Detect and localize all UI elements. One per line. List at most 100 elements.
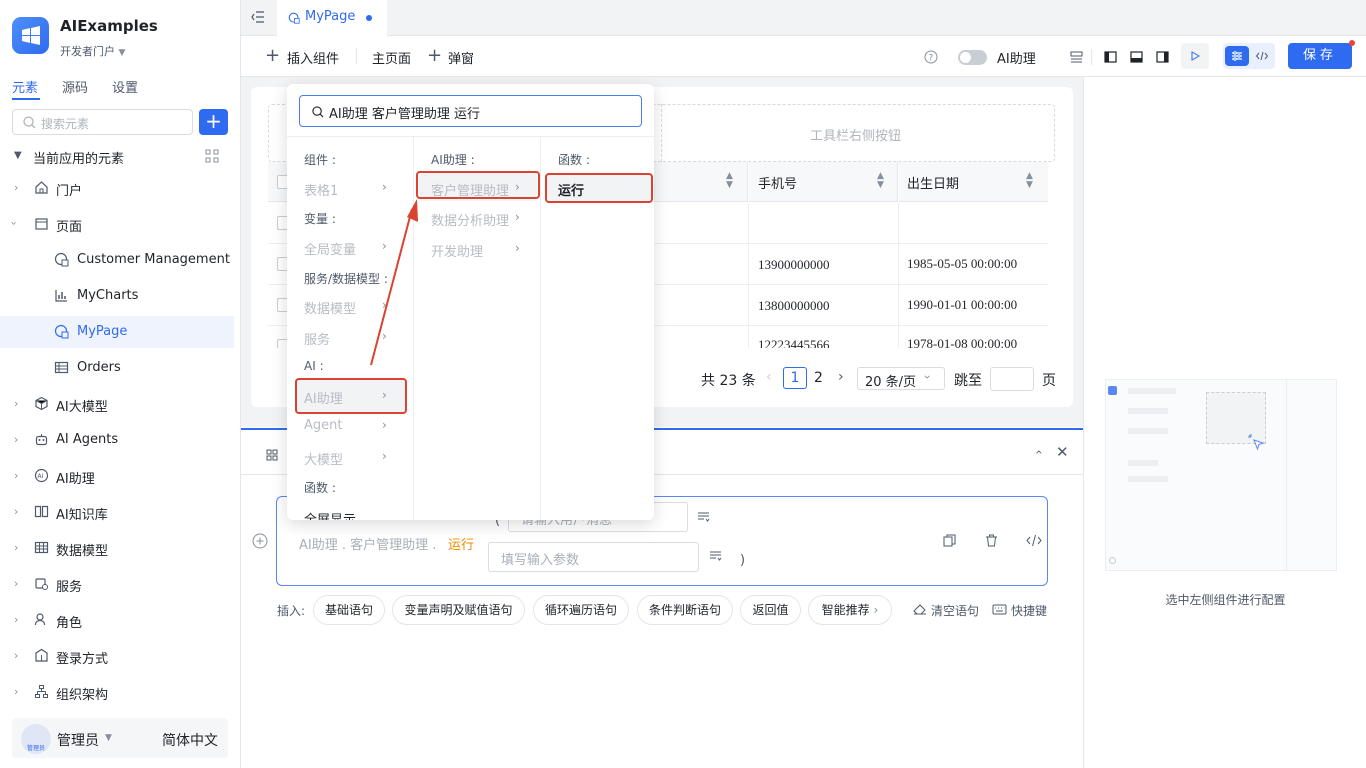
ai-assistant-toggle[interactable] bbox=[958, 50, 987, 65]
section-title: 当前应用的元素 bbox=[33, 152, 125, 167]
sort-icon[interactable]: ▲ ▼ bbox=[877, 172, 884, 190]
sidebar-item-service[interactable]: › 服务 bbox=[0, 568, 234, 600]
preview-button[interactable] bbox=[1181, 43, 1209, 69]
eraser-icon bbox=[913, 604, 926, 615]
loop-statement-button[interactable]: 循环遍历语句 bbox=[533, 595, 629, 625]
collapse-panel-icon[interactable]: › bbox=[1031, 450, 1045, 455]
element-search-input[interactable]: 搜索元素 bbox=[12, 109, 193, 135]
tab-settings[interactable]: 设置 bbox=[112, 77, 138, 96]
avatar[interactable]: 管理员 bbox=[21, 724, 51, 754]
param-options-icon[interactable] bbox=[709, 550, 722, 561]
input-params-field[interactable]: 填写输入参数 bbox=[488, 542, 699, 572]
tab-mypage[interactable]: MyPage bbox=[277, 0, 387, 36]
close-icon[interactable]: ✕ bbox=[1056, 443, 1069, 461]
sidebar-item-ai-knowledge[interactable]: › AI知识库 bbox=[0, 496, 234, 528]
sort-icon[interactable]: ▲ ▼ bbox=[1026, 172, 1033, 190]
add-statement-icon[interactable] bbox=[252, 533, 268, 549]
popup-search-input[interactable]: AI助理 客户管理助理 运行 bbox=[299, 95, 642, 127]
sidebar-item-orders[interactable]: Orders bbox=[0, 352, 234, 384]
section-collapse-icon[interactable]: ▼ bbox=[14, 150, 22, 161]
toolbar-right-placeholder: 工具栏右侧按钮 bbox=[810, 129, 902, 144]
column-title: 出生日期 bbox=[907, 177, 960, 192]
sidebar-item-role[interactable]: › 角色 bbox=[0, 604, 234, 636]
collapse-sidebar-icon[interactable] bbox=[251, 11, 265, 23]
category-item-agent[interactable]: Agent bbox=[304, 418, 342, 433]
table-header-birthdate[interactable]: 出生日期 ▲ ▼ bbox=[899, 162, 1048, 202]
expression-function[interactable]: 运行 bbox=[448, 534, 474, 553]
sidebar-item-ai-assistant[interactable]: › AI AI助理 bbox=[0, 460, 234, 492]
shortcut-button[interactable]: 快捷键 bbox=[1011, 602, 1047, 619]
popup-button[interactable]: 弹窗 bbox=[448, 48, 474, 67]
category-item-llm[interactable]: 大模型 bbox=[304, 449, 343, 468]
app-subtitle[interactable]: 开发者门户 ▼ bbox=[60, 43, 125, 59]
save-button[interactable]: 保存 bbox=[1288, 43, 1352, 69]
assistant-item-analysis[interactable]: 数据分析助理 bbox=[431, 210, 509, 229]
add-element-button[interactable]: + bbox=[199, 109, 228, 135]
param-options-icon[interactable] bbox=[697, 511, 710, 522]
language-switch[interactable]: 简体中文 bbox=[162, 730, 218, 750]
search-placeholder: 搜索元素 bbox=[41, 117, 90, 131]
copy-icon[interactable] bbox=[943, 534, 956, 547]
sidebar-item-portal[interactable]: › 门户 bbox=[0, 172, 234, 204]
cell-birthdate: 1990-01-01 00:00:00 bbox=[907, 297, 1018, 312]
help-icon[interactable]: ? bbox=[924, 50, 938, 64]
sidebar-item-ai-models[interactable]: › AI大模型 bbox=[0, 388, 234, 420]
page-1-button[interactable]: 1 bbox=[783, 367, 807, 389]
divider bbox=[748, 326, 749, 348]
layout-icon[interactable] bbox=[1070, 51, 1083, 63]
code-view-icon[interactable] bbox=[1256, 51, 1268, 61]
page-size-select[interactable]: 20 条/页 › bbox=[857, 367, 945, 390]
sort-icon[interactable]: ▲ ▼ bbox=[726, 172, 733, 190]
sidebar-item-mycharts[interactable]: MyCharts bbox=[0, 280, 234, 312]
category-item-table1[interactable]: 表格1 bbox=[304, 180, 338, 199]
sidebar-item-customer-management[interactable]: Customer Management bbox=[0, 244, 234, 276]
variable-statement-button[interactable]: 变量声明及赋值语句 bbox=[392, 595, 525, 625]
sidebar-item-ai-agents[interactable]: › AI Agents bbox=[0, 424, 234, 456]
code-icon[interactable] bbox=[1026, 534, 1042, 547]
user-name[interactable]: 管理员 bbox=[57, 730, 99, 750]
expand-arrow-icon: › bbox=[14, 649, 19, 662]
sidebar-item-login[interactable]: › 登录方式 bbox=[0, 640, 234, 672]
page-2-button[interactable]: 2 bbox=[814, 370, 823, 386]
play-icon bbox=[1191, 51, 1200, 61]
category-item-service[interactable]: 服务 bbox=[304, 329, 330, 348]
tab-elements[interactable]: 元素 bbox=[12, 77, 38, 96]
sidebar-item-org[interactable]: › 组织架构 bbox=[0, 676, 234, 708]
bottom-panel-icon[interactable] bbox=[1130, 51, 1143, 63]
settings-view-icon[interactable] bbox=[1225, 46, 1249, 66]
table-header-phone[interactable]: 手机号 ▲ ▼ bbox=[749, 162, 898, 202]
sidebar-item-label: AI助理 bbox=[56, 472, 95, 487]
tree-structure-icon[interactable] bbox=[205, 149, 219, 163]
condition-statement-button[interactable]: 条件判断语句 bbox=[637, 595, 733, 625]
assistant-item-dev[interactable]: 开发助理 bbox=[431, 241, 483, 260]
illustration-dot bbox=[1109, 557, 1116, 564]
jump-page-input[interactable] bbox=[990, 367, 1034, 391]
sidebar-item-data-model[interactable]: › 数据模型 bbox=[0, 532, 234, 564]
prev-page-icon[interactable]: ‹ bbox=[766, 369, 772, 385]
smart-recommend-button[interactable]: 智能推荐 › bbox=[808, 595, 892, 625]
clear-statements-button[interactable]: 清空语句 bbox=[931, 602, 979, 619]
category-item-fullscreen[interactable]: 全屏显示 bbox=[304, 509, 356, 520]
insert-component-button[interactable]: 插入组件 bbox=[287, 48, 339, 67]
left-panel-icon[interactable] bbox=[1104, 51, 1117, 63]
sidebar-item-mypage[interactable]: MyPage bbox=[0, 316, 234, 348]
robot-icon bbox=[35, 434, 48, 446]
expand-arrow-icon: › bbox=[14, 181, 19, 194]
delete-icon[interactable] bbox=[985, 534, 998, 547]
main-page-button[interactable]: 主页面 bbox=[372, 48, 411, 67]
sidebar-item-pages[interactable]: › 页面 bbox=[0, 208, 234, 240]
category-item-data-model[interactable]: 数据模型 bbox=[304, 298, 356, 317]
divider bbox=[540, 137, 541, 520]
expand-arrow-icon: › bbox=[14, 577, 19, 590]
next-page-icon[interactable]: › bbox=[838, 369, 844, 385]
basic-statement-button[interactable]: 基础语句 bbox=[313, 595, 385, 625]
tab-title: MyPage bbox=[305, 9, 356, 24]
table-icon bbox=[54, 361, 69, 374]
divider bbox=[748, 244, 749, 285]
tab-source[interactable]: 源码 bbox=[62, 77, 88, 96]
right-panel-icon[interactable] bbox=[1156, 51, 1169, 63]
view-switch[interactable] bbox=[1223, 43, 1275, 69]
category-item-global-variable[interactable]: 全局变量 bbox=[304, 239, 356, 258]
return-statement-button[interactable]: 返回值 bbox=[740, 595, 801, 625]
illustration-line bbox=[1128, 460, 1158, 466]
